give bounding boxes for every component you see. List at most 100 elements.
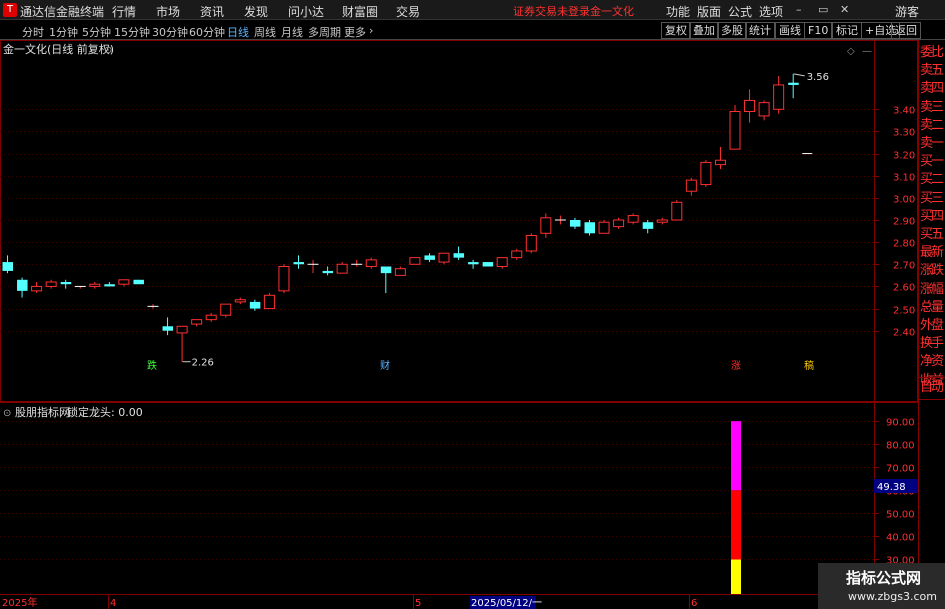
- price-tick-label: 3.40: [893, 106, 915, 117]
- quote-panel-item[interactable]: 买三: [920, 190, 945, 208]
- candle: [758, 100, 770, 121]
- quote-panel-item[interactable]: 涨幅: [920, 281, 945, 299]
- quote-panel-item[interactable]: 自动: [920, 379, 945, 397]
- draw-line-button[interactable]: 画线: [775, 22, 805, 39]
- menu-discover[interactable]: 发现: [244, 3, 268, 20]
- candle: [671, 200, 683, 221]
- chart-area[interactable]: 3.40 3.30 3.20 3.10 3.00 2.90 2.80 2.70 2.60 2.50…: [0, 40, 918, 609]
- candle: [336, 262, 348, 274]
- candle: [104, 282, 115, 287]
- period-multi[interactable]: 多周期: [308, 24, 341, 40]
- candle: [773, 76, 785, 114]
- menu-ask[interactable]: 问小达: [288, 3, 324, 20]
- period-daily[interactable]: 日线: [227, 24, 249, 40]
- menu-function[interactable]: 功能: [666, 3, 690, 20]
- candle: [714, 146, 726, 170]
- indicator-line-label: 锁定龙头: 0.00: [67, 405, 143, 419]
- quote-panel-item[interactable]: 最新: [920, 244, 945, 262]
- menu-market[interactable]: 市场: [156, 3, 180, 20]
- candle: [89, 282, 101, 289]
- candle: [176, 325, 188, 362]
- quote-panel-item[interactable]: 涨跌: [920, 262, 945, 280]
- candle: [205, 313, 217, 322]
- quote-panel-item[interactable]: 总量: [920, 299, 945, 317]
- menu-trade[interactable]: 交易: [396, 3, 420, 20]
- stats-button[interactable]: 统计: [745, 22, 775, 39]
- period-monthly[interactable]: 月线: [281, 24, 303, 40]
- event-marker-finance[interactable]: 财: [380, 359, 390, 372]
- period-1min[interactable]: 1分钟: [49, 24, 78, 40]
- watermark: 指标公式网 www.zbgs3.com: [818, 563, 945, 609]
- high-price-label: 3.56: [807, 72, 829, 83]
- watermark-title: 指标公式网: [846, 569, 922, 587]
- menu-wealth[interactable]: 财富圈: [342, 3, 378, 20]
- period-30min[interactable]: 30分钟: [152, 24, 188, 40]
- period-timeshare[interactable]: 分时: [22, 24, 44, 40]
- diamond-icon[interactable]: ◇: [847, 46, 855, 57]
- menu-quotes[interactable]: 行情: [112, 3, 136, 20]
- candle: [656, 217, 668, 225]
- chart-settings-icon[interactable]: ⊙: [104, 45, 112, 56]
- date-label-june: 6: [691, 598, 697, 609]
- candle: [627, 213, 639, 225]
- event-marker-rise[interactable]: 涨: [731, 360, 741, 372]
- event-marker-drop[interactable]: 跌: [147, 359, 157, 372]
- candle: [394, 266, 406, 276]
- minimize-icon[interactable]: –: [796, 3, 802, 16]
- candle: [788, 73, 799, 99]
- quote-panel-item[interactable]: 卖三: [920, 99, 945, 117]
- quote-panel-item[interactable]: 委比: [920, 44, 945, 62]
- login-status[interactable]: 证券交易未登录: [513, 3, 590, 19]
- quote-panel-item[interactable]: 买五: [920, 226, 945, 244]
- candle: [263, 293, 275, 310]
- price-grid: [0, 109, 874, 332]
- overlay-button[interactable]: 叠加: [689, 22, 719, 39]
- candle: [729, 104, 741, 150]
- close-icon[interactable]: ✕: [840, 3, 849, 16]
- menu-formula[interactable]: 公式: [728, 3, 752, 20]
- price-tick-label: 2.80: [893, 239, 915, 250]
- candle: [45, 279, 57, 289]
- period-weekly[interactable]: 周线: [254, 24, 276, 40]
- back-button[interactable]: 返回: [891, 22, 921, 39]
- adjust-button[interactable]: 复权: [661, 22, 691, 39]
- period-15min[interactable]: 15分钟: [114, 24, 150, 40]
- quote-panel-item[interactable]: 卖五: [920, 62, 945, 80]
- price-tick-label: 3.00: [893, 195, 915, 206]
- f10-button[interactable]: F10: [804, 22, 833, 39]
- event-marker-draft[interactable]: 稿: [804, 359, 814, 372]
- candle: [278, 264, 290, 294]
- menu-options[interactable]: 选项: [759, 3, 783, 20]
- candle: [468, 259, 479, 269]
- mark-button[interactable]: 标记: [832, 22, 862, 39]
- candle: [598, 220, 610, 234]
- candle: [540, 213, 552, 238]
- date-label-year: 2025年: [2, 596, 37, 609]
- quote-panel-item[interactable]: 外盘: [920, 317, 945, 335]
- candle: [700, 160, 712, 187]
- quote-panel-item[interactable]: 卖一: [920, 135, 945, 153]
- chevron-right-icon[interactable]: ›: [369, 24, 373, 37]
- quote-panel-item[interactable]: 买二: [920, 171, 945, 189]
- period-more[interactable]: 更多: [344, 24, 366, 40]
- quote-panel-item[interactable]: 卖四: [920, 80, 945, 98]
- indicator-settings-icon[interactable]: ⊙: [3, 408, 11, 419]
- guest-label[interactable]: 游客: [895, 3, 919, 20]
- zoom-out-icon[interactable]: —: [862, 46, 872, 57]
- restore-icon[interactable]: ▭: [818, 3, 828, 16]
- quote-panel-item[interactable]: 换手: [920, 335, 945, 353]
- candle: [569, 217, 581, 229]
- menu-layout[interactable]: 版面: [697, 3, 721, 20]
- candle: [191, 319, 203, 327]
- menu-news[interactable]: 资讯: [200, 3, 224, 20]
- candle: [365, 257, 377, 269]
- period-5min[interactable]: 5分钟: [82, 24, 111, 40]
- quote-panel-item[interactable]: 买一: [920, 153, 945, 171]
- multi-stock-button[interactable]: 多股: [717, 22, 747, 39]
- indicator-bar: [731, 421, 741, 594]
- period-60min[interactable]: 60分钟: [189, 24, 225, 40]
- candle: [685, 177, 697, 196]
- quote-panel-item[interactable]: 净资: [920, 353, 945, 371]
- quote-panel-item[interactable]: 买四: [920, 208, 945, 226]
- quote-panel-item[interactable]: 卖二: [920, 117, 945, 135]
